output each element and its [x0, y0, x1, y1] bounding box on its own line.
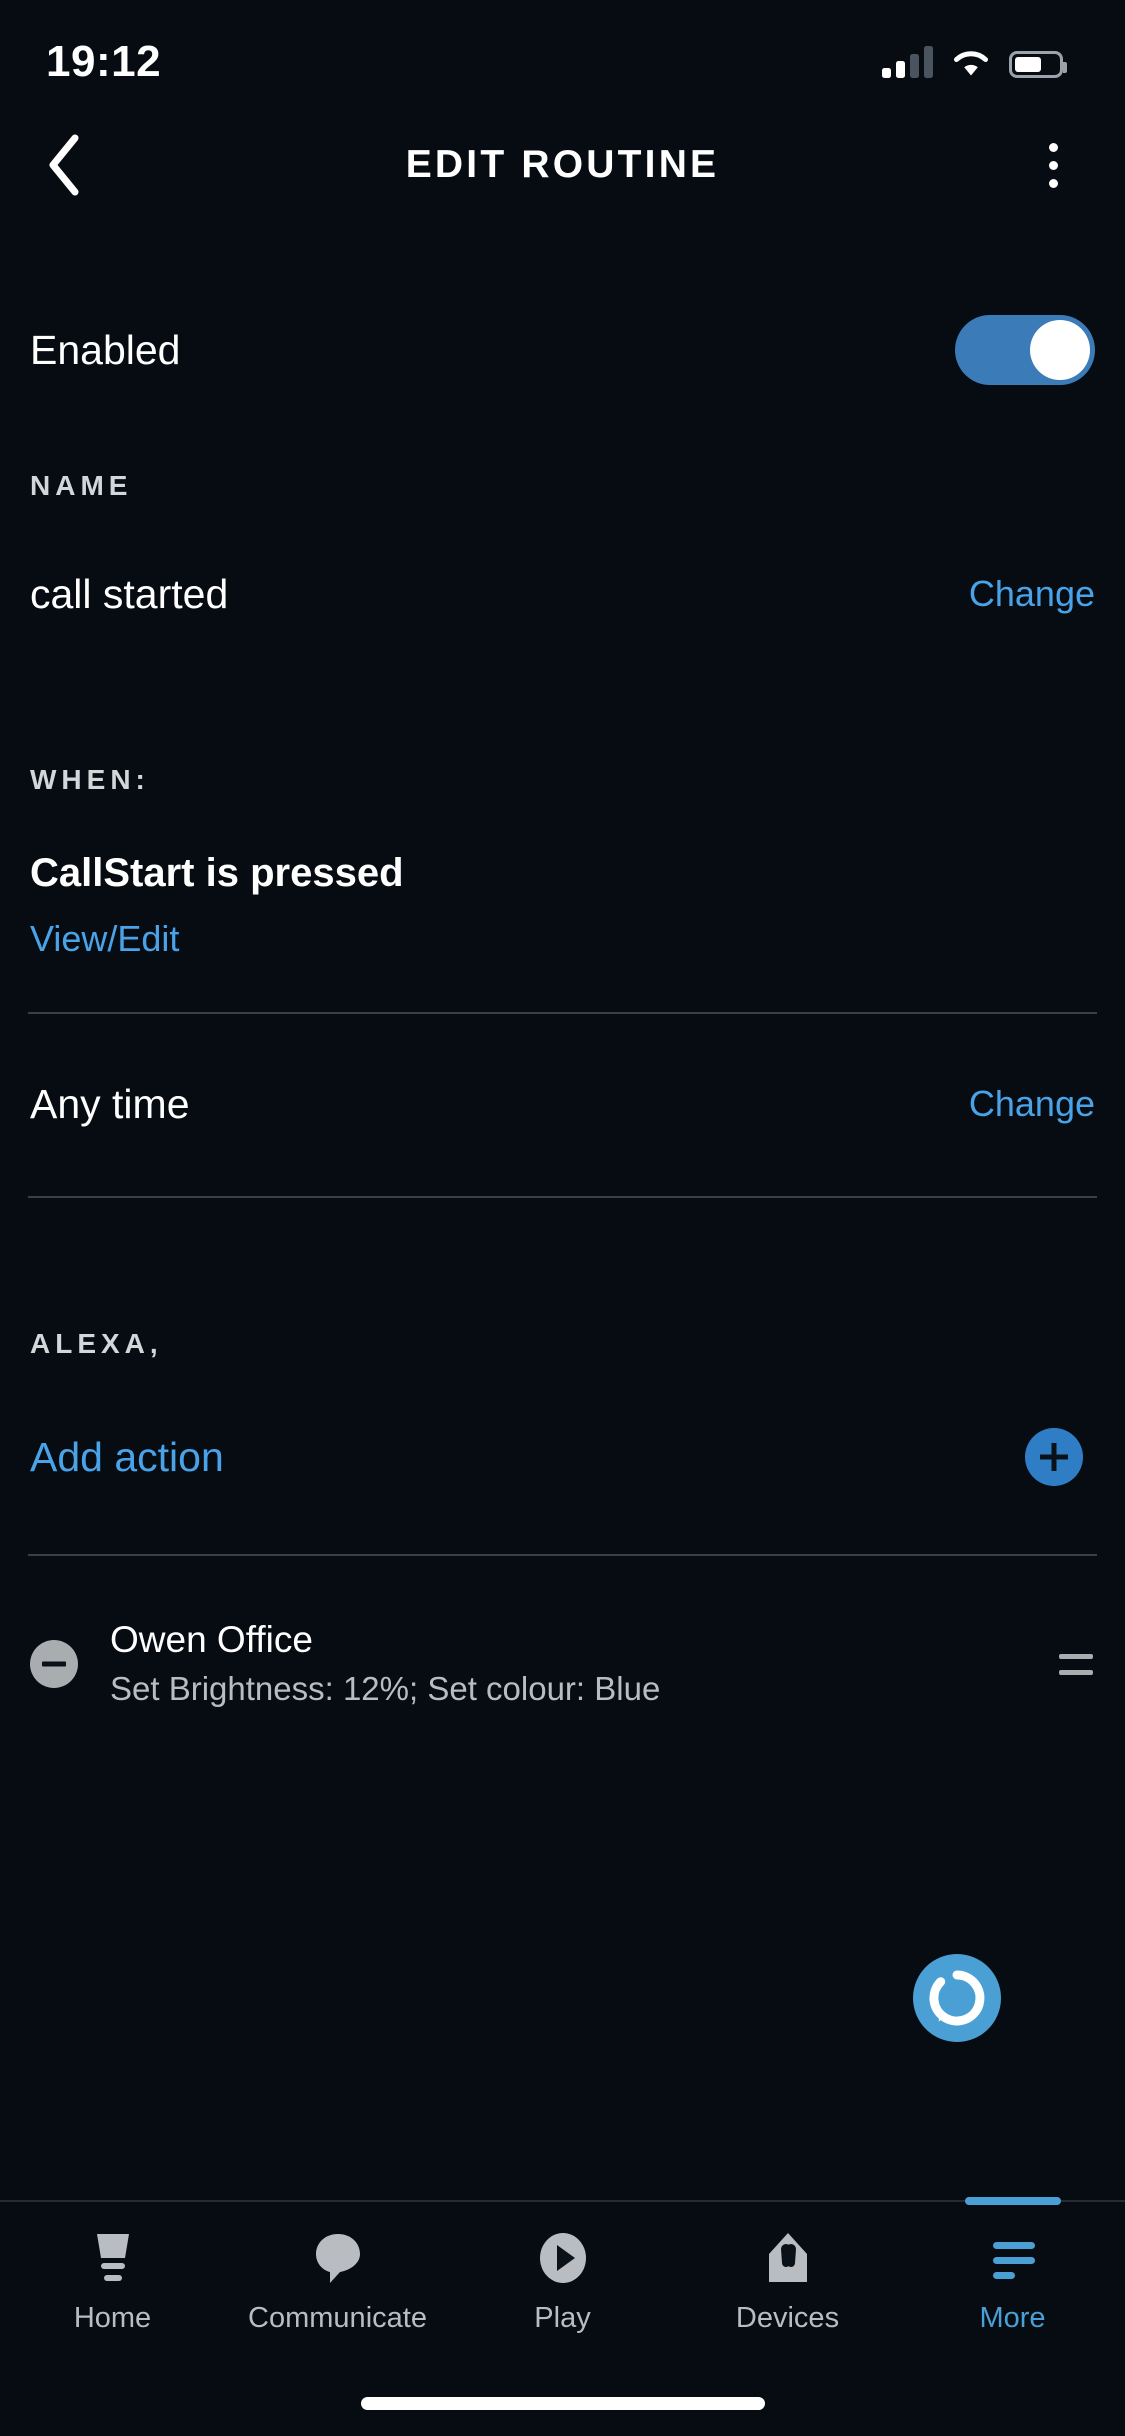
toggle-knob	[1030, 320, 1090, 380]
app-screen: 19:12 EDIT ROUTINE Enabled NAME call sta…	[0, 0, 1125, 2436]
tab-play[interactable]: Play	[450, 2202, 675, 2372]
tab-home[interactable]: Home	[0, 2202, 225, 2372]
alexa-ring-icon	[929, 1970, 985, 2026]
tab-label-devices: Devices	[735, 2302, 840, 2334]
tab-label-home: Home	[73, 2302, 152, 2334]
enabled-row[interactable]: Enabled	[0, 285, 1125, 415]
routine-name-value: call started	[30, 570, 229, 617]
status-bar-icons	[882, 32, 1067, 78]
tab-more[interactable]: More	[900, 2197, 1125, 2372]
tab-devices[interactable]: Devices	[675, 2202, 900, 2372]
enabled-toggle[interactable]	[955, 315, 1095, 385]
divider	[28, 1012, 1097, 1014]
active-tab-indicator	[964, 2197, 1061, 2205]
action-texts: Owen Office Set Brightness: 12%; Set col…	[110, 1617, 1049, 1712]
tab-label-more: More	[979, 2302, 1046, 2334]
time-value: Any time	[30, 1080, 190, 1127]
drag-handle-icon[interactable]	[1049, 1653, 1093, 1675]
trigger-view-edit-link[interactable]: View/Edit	[0, 918, 1125, 960]
action-device-name: Owen Office	[110, 1618, 313, 1660]
alexa-voice-button[interactable]	[913, 1954, 1001, 2042]
tab-label-communicate: Communicate	[248, 2302, 427, 2334]
trigger-title: CallStart is pressed	[30, 851, 404, 895]
add-action-row[interactable]: Add action	[0, 1412, 1125, 1502]
tab-communicate[interactable]: Communicate	[225, 2202, 450, 2372]
name-section-label: NAME	[30, 470, 133, 501]
routine-content: Enabled NAME call started Change WHEN: C…	[0, 220, 1125, 1724]
name-row: call started Change	[0, 554, 1125, 634]
alexa-section-label: ALEXA,	[30, 1328, 163, 1359]
divider	[28, 1554, 1097, 1556]
overflow-menu-icon[interactable]	[1023, 130, 1083, 200]
devices-house-icon	[758, 2228, 818, 2290]
home-indicator	[360, 2397, 765, 2410]
time-row: Any time Change	[0, 1064, 1125, 1144]
enabled-label: Enabled	[30, 326, 181, 373]
speech-bubble-icon	[308, 2228, 368, 2290]
page-title: EDIT ROUTINE	[405, 143, 720, 186]
tab-label-play: Play	[534, 2302, 591, 2334]
wifi-icon	[954, 51, 988, 76]
play-circle-icon	[533, 2228, 593, 2290]
status-bar: 19:12	[0, 0, 1125, 110]
action-list-item[interactable]: Owen Office Set Brightness: 12%; Set col…	[0, 1604, 1125, 1724]
when-section-label: WHEN:	[30, 764, 150, 795]
app-header: EDIT ROUTINE	[0, 110, 1125, 220]
back-button[interactable]	[30, 130, 100, 200]
divider	[28, 1196, 1097, 1198]
name-change-link[interactable]: Change	[969, 573, 1095, 615]
add-action-label: Add action	[30, 1433, 224, 1480]
action-description: Set Brightness: 12%; Set colour: Blue	[110, 1669, 661, 1707]
status-bar-clock: 19:12	[46, 37, 162, 86]
minus-circle-icon[interactable]	[30, 1640, 78, 1688]
time-change-link[interactable]: Change	[969, 1083, 1095, 1125]
battery-icon	[1009, 51, 1067, 78]
chevron-left-icon	[49, 134, 79, 196]
cellular-signal-icon	[882, 46, 933, 78]
plus-circle-icon[interactable]	[1025, 1428, 1083, 1486]
more-lines-icon	[983, 2228, 1043, 2290]
home-icon	[83, 2228, 143, 2290]
